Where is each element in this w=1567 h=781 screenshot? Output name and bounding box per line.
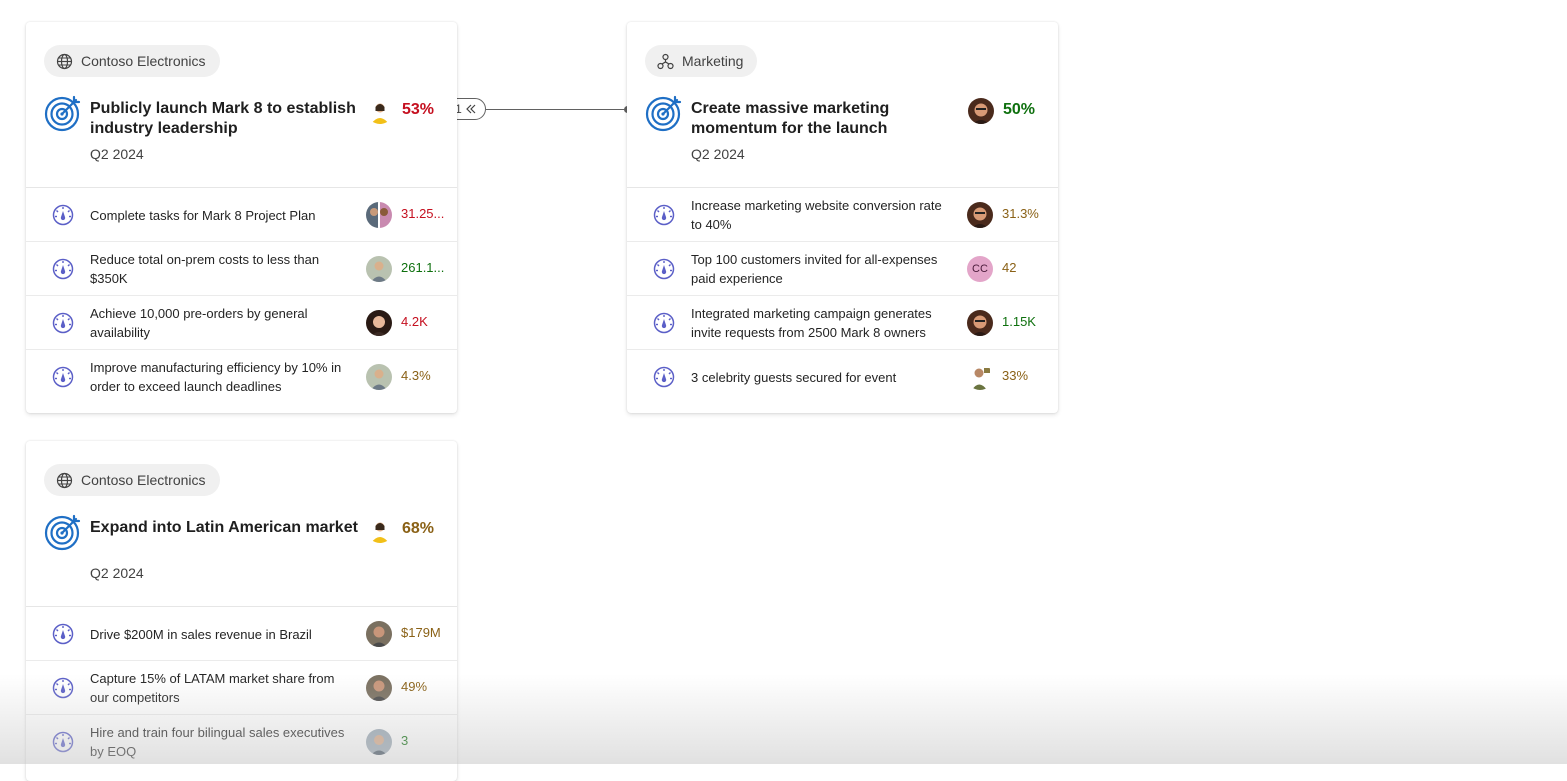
objective-card-marketing-momentum[interactable]: Marketing Create massive marketing momen… (627, 22, 1058, 413)
key-result-owner-avatar[interactable] (366, 202, 392, 228)
objective-title[interactable]: Create massive marketing momentum for th… (691, 99, 961, 139)
key-result-text: Improve manufacturing efficiency by 10% … (90, 360, 342, 394)
key-result-text: 3 celebrity guests secured for event (691, 369, 897, 385)
key-result-row[interactable]: Top 100 customers invited for all-expens… (627, 242, 1058, 296)
key-result-row[interactable]: Hire and train four bilingual sales exec… (26, 715, 457, 769)
key-result-text: Integrated marketing campaign generates … (691, 306, 932, 340)
chip-label: Contoso Electronics (81, 472, 206, 488)
key-result-value: 261.1... (401, 260, 445, 275)
key-result-text: Drive $200M in sales revenue in Brazil (90, 626, 312, 642)
owner-chip[interactable]: Contoso Electronics (44, 464, 220, 496)
gauge-icon (52, 623, 74, 645)
key-result-row[interactable]: Reduce total on-prem costs to less than … (26, 242, 457, 296)
key-result-value: 4.2K (401, 314, 428, 329)
objective-progress: 50% (1003, 101, 1036, 118)
key-result-value: 31.25... (401, 206, 445, 221)
key-results-list: Increase marketing website conversion ra… (627, 188, 1058, 404)
key-result-text: Achieve 10,000 pre-orders by general ava… (90, 306, 308, 340)
key-result-value: 31.3% (1002, 206, 1039, 221)
key-result-text: Hire and train four bilingual sales exec… (90, 725, 345, 759)
key-result-value: 4.3% (401, 368, 431, 383)
key-result-owner-avatar[interactable] (366, 310, 392, 336)
owner-chip[interactable]: Marketing (645, 45, 758, 77)
key-result-row[interactable]: Improve manufacturing efficiency by 10% … (26, 350, 457, 404)
gauge-icon (52, 677, 74, 699)
gauge-icon (653, 312, 675, 334)
objective-target-icon (645, 94, 683, 132)
gauge-icon (653, 366, 675, 388)
key-result-row[interactable]: Integrated marketing campaign generates … (627, 296, 1058, 350)
objective-quarter: Q2 2024 (691, 146, 745, 162)
key-result-text: Complete tasks for Mark 8 Project Plan (90, 207, 316, 223)
objective-target-icon (44, 513, 82, 551)
key-result-owner-avatar[interactable] (366, 621, 392, 647)
key-result-owner-avatar[interactable] (967, 310, 993, 336)
objective-card-latam-expansion[interactable]: Contoso Electronics Expand into Latin Am… (26, 441, 457, 781)
key-results-list: Complete tasks for Mark 8 Project Plan 3… (26, 188, 457, 404)
owner-chip[interactable]: Contoso Electronics (44, 45, 220, 77)
owner-avatar[interactable] (367, 98, 393, 124)
objective-title[interactable]: Publicly launch Mark 8 to establish indu… (90, 99, 360, 139)
key-result-text: Top 100 customers invited for all-expens… (691, 252, 938, 286)
key-result-owner-avatar[interactable] (967, 364, 993, 390)
key-result-row[interactable]: Drive $200M in sales revenue in Brazil $… (26, 607, 457, 661)
key-result-row[interactable]: Complete tasks for Mark 8 Project Plan 3… (26, 188, 457, 242)
objective-target-icon (44, 94, 82, 132)
objective-quarter: Q2 2024 (90, 146, 144, 162)
key-result-owner-avatar[interactable] (967, 202, 993, 228)
alignment-connector-line (486, 109, 626, 110)
key-result-value: 3 (401, 733, 409, 748)
gauge-icon (52, 366, 74, 388)
key-result-owner-avatar[interactable] (366, 364, 392, 390)
key-result-value: 33% (1002, 368, 1029, 383)
objective-progress: 68% (402, 520, 435, 537)
gauge-icon (653, 204, 675, 226)
key-result-row[interactable]: Increase marketing website conversion ra… (627, 188, 1058, 242)
gauge-icon (52, 258, 74, 280)
key-result-value: $179M (401, 625, 441, 640)
chip-label: Contoso Electronics (81, 53, 206, 69)
owner-avatar[interactable] (367, 517, 393, 543)
globe-icon (56, 472, 73, 489)
key-result-value: 1.15K (1002, 314, 1036, 329)
objective-title[interactable]: Expand into Latin American market (90, 518, 365, 538)
globe-icon (56, 53, 73, 70)
key-result-text: Increase marketing website conversion ra… (691, 198, 942, 232)
double-chevron-left-icon (465, 104, 476, 114)
gauge-icon (52, 312, 74, 334)
key-result-text: Reduce total on-prem costs to less than … (90, 252, 320, 286)
objective-progress: 53% (402, 101, 435, 118)
key-result-owner-avatar[interactable] (366, 729, 392, 755)
objective-card-mark8-launch[interactable]: Contoso Electronics Publicly launch Mark… (26, 22, 457, 413)
gauge-icon (653, 258, 675, 280)
org-chart-icon (657, 53, 674, 70)
key-result-row[interactable]: Capture 15% of LATAM market share from o… (26, 661, 457, 715)
key-result-value: 42 (1002, 260, 1017, 275)
gauge-icon (52, 204, 74, 226)
key-result-owner-avatar[interactable]: CC (967, 256, 993, 282)
owner-avatar[interactable] (968, 98, 994, 124)
objective-quarter: Q2 2024 (90, 565, 144, 581)
key-result-row[interactable]: 3 celebrity guests secured for event 33% (627, 350, 1058, 404)
gauge-icon (52, 731, 74, 753)
key-result-text: Capture 15% of LATAM market share from o… (90, 671, 335, 705)
key-result-row[interactable]: Achieve 10,000 pre-orders by general ava… (26, 296, 457, 350)
key-result-value: 49% (401, 679, 428, 694)
key-results-list: Drive $200M in sales revenue in Brazil $… (26, 607, 457, 769)
key-result-owner-avatar[interactable] (366, 675, 392, 701)
avatar-initials: CC (967, 256, 993, 282)
chip-label: Marketing (682, 53, 744, 69)
key-result-owner-avatar[interactable] (366, 256, 392, 282)
